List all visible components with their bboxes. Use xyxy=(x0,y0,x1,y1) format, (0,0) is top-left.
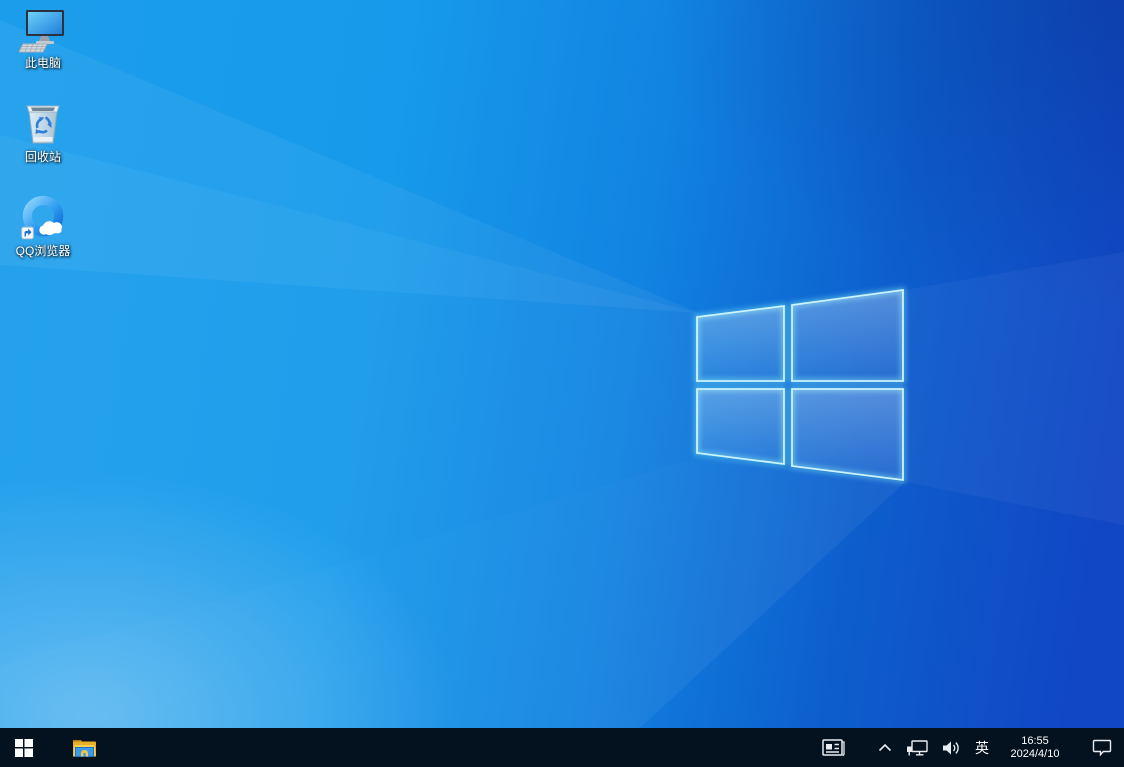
start-button[interactable] xyxy=(0,728,48,767)
hidden-icons-chevron xyxy=(878,743,892,752)
desktop-icon-label: QQ浏览器 xyxy=(16,245,71,258)
desktop-icon-label: 回收站 xyxy=(25,151,61,164)
recycle-bin-icon xyxy=(19,100,67,148)
desktop-icon-recycle-bin[interactable]: 回收站 xyxy=(4,100,82,164)
file-explorer-button[interactable] xyxy=(60,728,108,767)
news-and-interests-button[interactable] xyxy=(810,728,857,767)
qq-browser-icon xyxy=(19,194,67,242)
ime-language-button[interactable]: 英 xyxy=(968,728,996,767)
desktop-icon-this-pc[interactable]: 此电脑 xyxy=(4,6,82,70)
windows-desktop-screen: 此电脑 xyxy=(0,0,1124,767)
show-hidden-icons-button[interactable] xyxy=(871,728,899,767)
taskbar: 英 16:55 2024/4/10 xyxy=(0,728,1124,767)
desktop-surface[interactable]: 此电脑 xyxy=(0,0,1124,728)
system-tray: 英 16:55 2024/4/10 xyxy=(810,728,1124,767)
volume-button[interactable] xyxy=(935,728,968,767)
start-icon xyxy=(15,739,33,757)
taskbar-clock[interactable]: 16:55 2024/4/10 xyxy=(996,728,1074,767)
clock-time: 16:55 xyxy=(1021,735,1049,748)
network-button[interactable] xyxy=(899,728,935,767)
news-icon xyxy=(822,739,845,756)
ethernet-network-icon xyxy=(906,740,928,756)
desktop-icon-qq-browser[interactable]: QQ浏览器 xyxy=(4,194,82,258)
this-pc-icon xyxy=(19,6,67,54)
volume-icon xyxy=(942,740,961,756)
desktop-icon-label: 此电脑 xyxy=(25,57,61,70)
action-center-button[interactable] xyxy=(1080,728,1124,767)
file-explorer-icon xyxy=(72,737,97,758)
action-center-icon xyxy=(1092,739,1112,756)
ime-language-label: 英 xyxy=(975,738,989,758)
clock-date: 2024/4/10 xyxy=(1011,748,1060,761)
windows-light-wallpaper xyxy=(0,0,1124,728)
